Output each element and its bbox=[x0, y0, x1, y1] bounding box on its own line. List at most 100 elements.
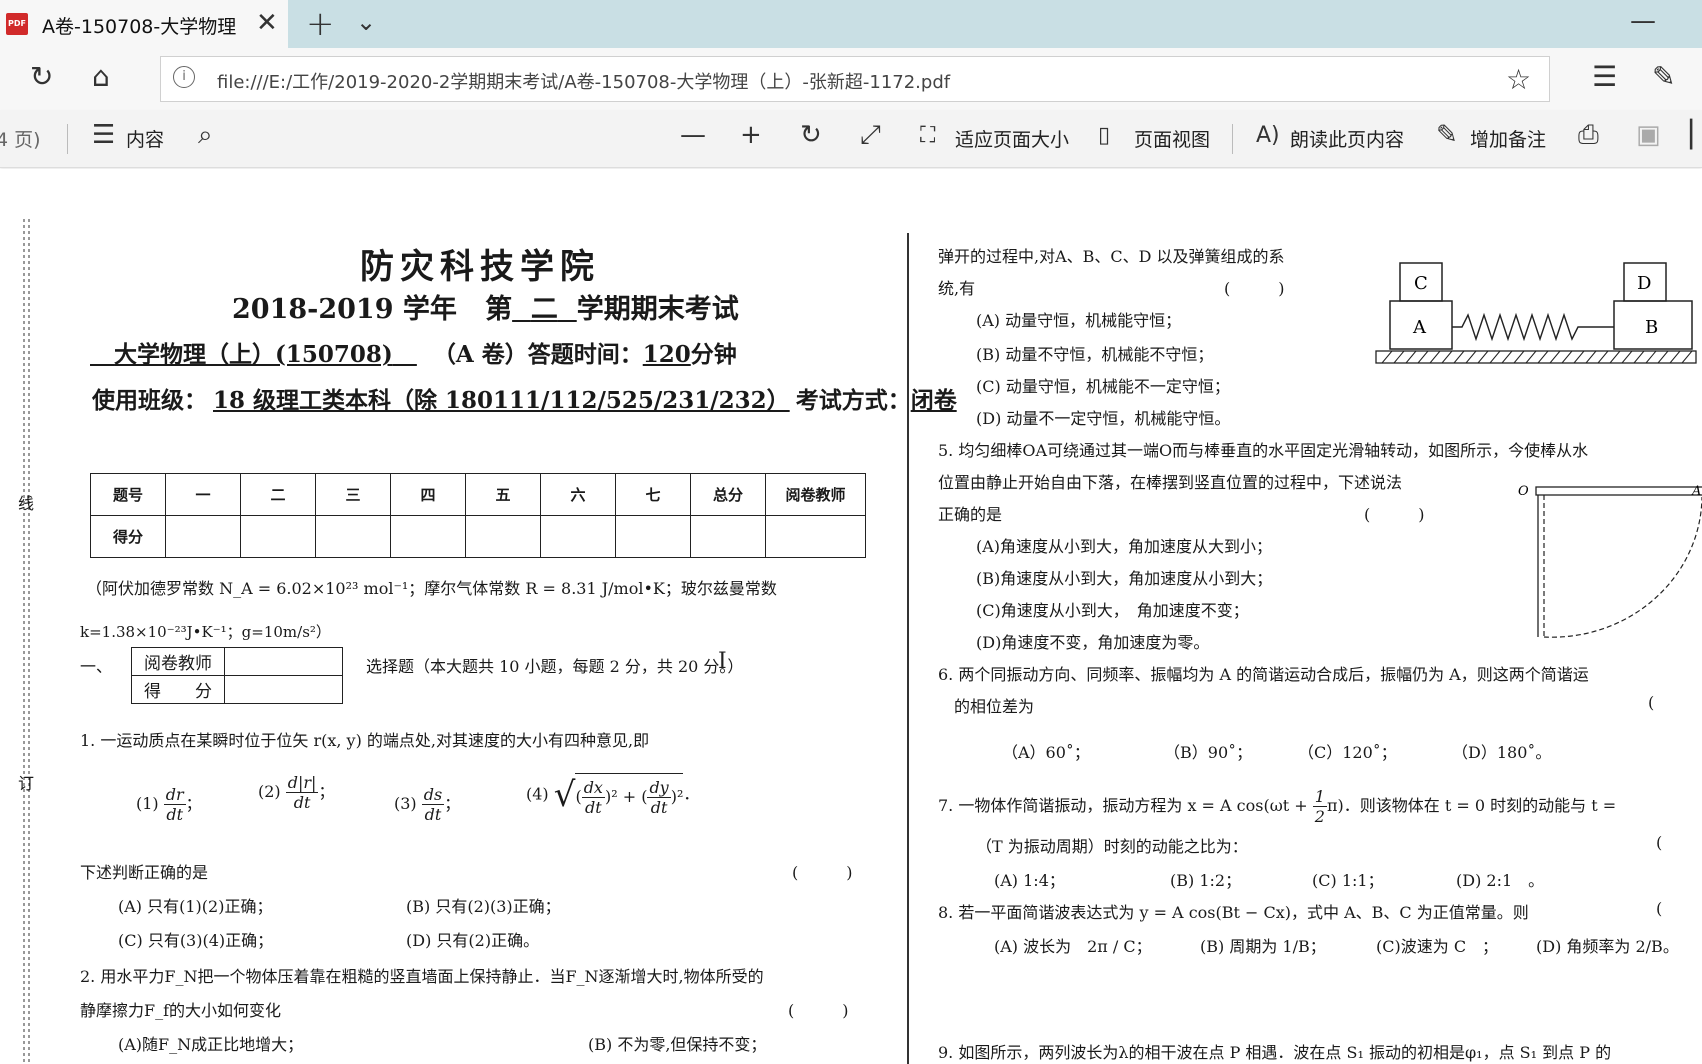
read-aloud-button[interactable]: 朗读此页内容 bbox=[1290, 125, 1404, 152]
url-field[interactable]: i file:///E:/工作/2019-2020-2学期期末考试/A卷-150… bbox=[160, 56, 1550, 102]
answer-blank: ( ) bbox=[788, 1001, 849, 1020]
chevron-down-icon[interactable]: ⌄ bbox=[356, 8, 376, 36]
question-2-stem: 2. 用水平力F_N把一个物体压着靠在粗糙的竖直墙面上保持静止．当F_N逐渐增大… bbox=[80, 967, 764, 986]
pen-icon[interactable]: ✎ bbox=[1652, 60, 1675, 93]
binding-margin bbox=[23, 219, 30, 1064]
q7-choice-b: (B) 1:2； bbox=[1170, 871, 1242, 890]
margin-mark: 订 bbox=[15, 775, 34, 791]
question-9-stem: 9. 如图所示，两列波长为λ的相干波在点 P 相遇．波在点 S₁ 振动的初相是φ… bbox=[938, 1043, 1612, 1062]
score-table: 题号 一 二 三 四 五 六 七 总分 阅卷教师 得分 bbox=[90, 473, 866, 558]
fig-label-a: A bbox=[1412, 317, 1427, 338]
rotate-icon[interactable]: ↻ bbox=[800, 120, 822, 150]
q7-choice-c: (C) 1:1； bbox=[1312, 871, 1384, 890]
reviewer-table: 阅卷教师 得 分 bbox=[131, 647, 343, 704]
minimize-icon[interactable]: — bbox=[1630, 6, 1656, 36]
info-icon[interactable]: i bbox=[173, 66, 195, 88]
course-line: 大学物理（上）(150708) （A 卷）答题时间：120分钟 bbox=[114, 341, 737, 368]
section-number: 一、 bbox=[80, 657, 113, 676]
q6-choice-c: （C）120˚； bbox=[1298, 743, 1397, 762]
q5-choice-d: (D)角速度不变，角加速度为零。 bbox=[976, 633, 1210, 652]
favorites-list-icon[interactable]: ☰ bbox=[1592, 60, 1617, 93]
q1-option-1: (1) dr dt； bbox=[136, 785, 202, 824]
answer-blank: ( ) bbox=[1224, 279, 1285, 298]
q6-choice-d: （D）180˚。 bbox=[1452, 743, 1552, 762]
fit-page-icon[interactable]: ⛶ bbox=[920, 123, 935, 148]
q4-choice-d: (D) 动量不一定守恒，机械能守恒。 bbox=[976, 409, 1231, 428]
question-2-stem-2: 静摩擦力F_f的大小如何变化 bbox=[80, 1001, 282, 1020]
q4-choice-c: (C) 动量守恒，机械能不一定守恒； bbox=[976, 377, 1230, 396]
contents-button[interactable]: 内容 bbox=[126, 125, 164, 152]
question-7-stem-2: （T 为振动周期）时刻的动能之比为： bbox=[976, 837, 1248, 856]
zoom-in-icon[interactable]: + bbox=[740, 120, 762, 150]
fig-label-b: B bbox=[1645, 317, 1658, 338]
address-bar: ↻ ⌂ i file:///E:/工作/2019-2020-2学期期末考试/A卷… bbox=[0, 48, 1702, 110]
add-notes-button[interactable]: 增加备注 bbox=[1470, 125, 1546, 152]
save-icon[interactable]: ▣ bbox=[1636, 120, 1661, 150]
q6-choice-b: （B）90˚； bbox=[1164, 743, 1253, 762]
q1-choice-b: (B) 只有(2)(3)正确； bbox=[406, 897, 561, 916]
answer-blank: ( bbox=[1656, 899, 1663, 918]
q8-choice-c: (C)波速为 C ； bbox=[1376, 937, 1499, 956]
q4-continued-2: 统,有 bbox=[938, 279, 976, 298]
table-row: 得分 bbox=[90, 515, 866, 558]
url-text: file:///E:/工作/2019-2020-2学期期末考试/A卷-15070… bbox=[217, 72, 951, 93]
expand-icon[interactable]: ⤢ bbox=[860, 120, 881, 151]
q8-choice-a: (A) 波长为 2π / C； bbox=[994, 937, 1152, 956]
text-cursor-icon: I bbox=[718, 649, 727, 674]
home-icon[interactable]: ⌂ bbox=[92, 60, 110, 93]
question-7-stem: 7. 一物体作简谐振动，振动方程为 x = A cos(ωt + 1 2 π)．则该… bbox=[938, 787, 1617, 826]
pdf-page: 线 订 防灾科技学院 2018-2019 学年 第 二 学期期末考试 大学物理（… bbox=[0, 169, 1702, 1064]
q5-choice-c: (C)角速度从小到大， 角加速度不变； bbox=[976, 601, 1249, 620]
table-row: 得 分 bbox=[131, 675, 343, 704]
question-8-stem: 8. 若一平面简谐波表达式为 y = A cos(Bt − Cx)，式中 A、B… bbox=[938, 903, 1529, 922]
browser-tab[interactable]: PDF A卷-150708-大学物理 ✕ bbox=[0, 0, 288, 48]
q8-choice-d: (D) 角频率为 2/B。 bbox=[1536, 937, 1679, 956]
q1-option-4: (4) √(dx dt)² + (dy dt)²． bbox=[526, 773, 700, 817]
table-row: 阅卷教师 bbox=[131, 647, 343, 676]
question-5-stem-2: 位置由静止开始自由下落，在棒摆到竖直位置的过程中，下述说法 bbox=[938, 473, 1403, 492]
close-tab-icon[interactable]: ✕ bbox=[256, 8, 278, 38]
fig-label-d: D bbox=[1637, 273, 1651, 294]
search-icon[interactable]: ⌕ bbox=[198, 120, 213, 151]
new-tab-icon[interactable]: + bbox=[306, 4, 335, 44]
question-6-stem-2: 的相位差为 bbox=[954, 697, 1035, 716]
more-icon[interactable]: ▏ bbox=[1690, 120, 1702, 150]
q5-rod-figure: O A bbox=[1518, 484, 1702, 638]
fit-page-button[interactable]: 适应页面大小 bbox=[955, 125, 1069, 152]
tab-title: A卷-150708-大学物理 bbox=[42, 16, 237, 38]
section-description: 选择题（本大题共 10 小题，每题 2 分，共 20 分。） bbox=[366, 657, 744, 676]
class-line: 使用班级： 18 级理工类本科（除 180111/112/525/231/232）… bbox=[92, 387, 957, 414]
read-aloud-icon[interactable]: A) bbox=[1256, 123, 1280, 148]
q4-spring-figure: C A D B bbox=[1389, 262, 1693, 350]
answer-blank: ( ) bbox=[792, 863, 853, 882]
print-icon[interactable]: ⎙ bbox=[1578, 120, 1599, 151]
q6-choice-a: （A）60˚； bbox=[1002, 743, 1090, 762]
q4-choice-a: (A) 动量守恒，机械能守恒； bbox=[976, 311, 1182, 330]
list-icon[interactable]: ☰ bbox=[92, 120, 115, 150]
answer-blank: ( bbox=[1656, 833, 1663, 852]
page-view-button[interactable]: 页面视图 bbox=[1134, 125, 1210, 152]
q2-choice-a: (A)随F_N成正比地增大； bbox=[118, 1035, 304, 1054]
answer-blank: ( ) bbox=[1364, 505, 1425, 524]
favorite-star-icon[interactable]: ☆ bbox=[1506, 63, 1531, 96]
exam-term: 2018-2019 学年 第 二 学期期末考试 bbox=[232, 294, 739, 325]
fig-label-c: C bbox=[1414, 273, 1428, 294]
zoom-out-icon[interactable]: — bbox=[680, 120, 706, 150]
question-6-stem: 6. 两个同振动方向、同频率、振幅均为 A 的简谐运动合成后，振幅仍为 A，则这… bbox=[938, 665, 1589, 684]
divider bbox=[67, 124, 68, 154]
question-1-stem: 1. 一运动质点在某瞬时位于位矢 r(x, y) 的端点处,对其速度的大小有四种… bbox=[80, 731, 650, 750]
answer-blank: ( bbox=[1648, 693, 1655, 712]
q4-continued: 弹开的过程中,对A、B、C、D 以及弹簧组成的系 bbox=[938, 247, 1285, 266]
fig-label-o: O bbox=[1518, 484, 1529, 499]
divider bbox=[1232, 124, 1233, 154]
q7-choice-d: (D) 2:1 。 bbox=[1456, 871, 1545, 890]
pen-note-icon[interactable]: ✎ bbox=[1436, 120, 1458, 150]
tab-bar: PDF A卷-150708-大学物理 ✕ + ⌄ — bbox=[0, 0, 1702, 48]
q5-choice-a: (A)角速度从小到大，角加速度从大到小； bbox=[976, 537, 1273, 556]
refresh-icon[interactable]: ↻ bbox=[30, 60, 53, 93]
school-name: 防灾科技学院 bbox=[360, 247, 600, 287]
q4-choice-b: (B) 动量不守恒，机械能不守恒； bbox=[976, 345, 1214, 364]
q7-choice-a: (A) 1:4； bbox=[994, 871, 1065, 890]
page-view-icon[interactable]: ▯ bbox=[1098, 123, 1110, 148]
q2-choice-b: (B) 不为零,但保持不变； bbox=[588, 1035, 767, 1054]
